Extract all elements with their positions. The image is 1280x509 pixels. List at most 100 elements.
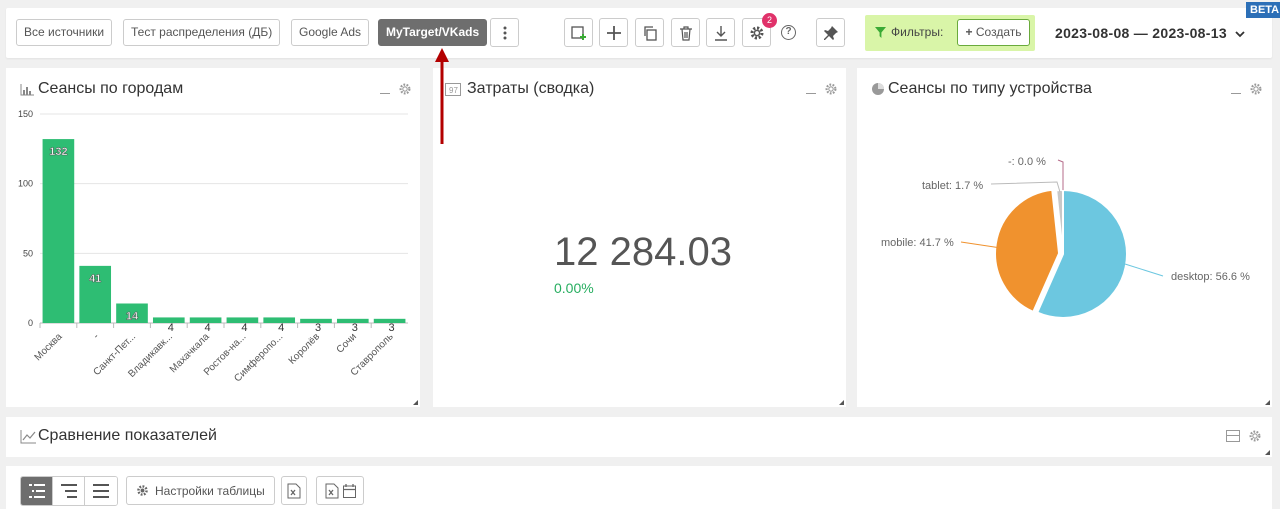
export-excel-button[interactable]	[281, 476, 307, 505]
settings-badge: 2	[762, 13, 777, 28]
y-tick-label: 50	[23, 248, 33, 258]
date-range-text: 2023-08-08 — 2023-08-13	[1055, 25, 1227, 41]
source-mytarget-vkads-button[interactable]: MyTarget/VKads	[378, 19, 488, 46]
costs-change: 0.00%	[554, 280, 594, 296]
minimize-icon[interactable]	[806, 85, 816, 94]
filters-area: Фильтры: + Создать	[865, 15, 1035, 51]
y-tick-label: 150	[18, 109, 33, 119]
city-sessions-title: Сеансы по городам	[38, 80, 184, 97]
x-tick-label: Москва	[33, 331, 65, 363]
excel-icon	[287, 483, 301, 498]
settings-button[interactable]: 2	[742, 13, 777, 47]
source-google-ads-button[interactable]: Google Ads	[291, 19, 370, 46]
annotation-arrow	[435, 48, 449, 144]
expand-icon[interactable]	[1226, 430, 1240, 442]
bar-chart-icon	[20, 84, 34, 96]
bar-value-label: 3	[389, 322, 395, 334]
source-all-button[interactable]: Все источники	[16, 19, 113, 46]
comparison-panel: Сравнение показателей	[6, 417, 1272, 457]
minimize-icon[interactable]	[380, 85, 390, 94]
bar-value-label: 14	[126, 310, 139, 322]
more-vertical-icon	[503, 26, 506, 39]
resize-handle[interactable]	[413, 400, 418, 405]
panel-controls	[380, 82, 412, 96]
pie-label: tablet: 1.7 %	[922, 180, 983, 192]
create-filter-button[interactable]: + Создать	[957, 19, 1030, 46]
add-widget-icon	[570, 25, 586, 40]
table-toolbar: Настройки таблицы	[6, 466, 1272, 509]
gear-icon[interactable]	[398, 82, 412, 96]
scheduled-export-button[interactable]	[316, 476, 364, 505]
bar-value-label: 132	[49, 146, 67, 158]
city-sessions-panel: Сеансы по городам 0 50 100 150 132 Москва 41 - 1…	[6, 68, 420, 407]
gear-icon	[137, 485, 148, 496]
gear-icon	[750, 26, 763, 39]
gear-icon[interactable]	[824, 82, 838, 96]
comparison-title: Сравнение показателей	[38, 427, 217, 444]
help-icon[interactable]: ?	[781, 25, 796, 40]
bar[interactable]	[42, 139, 75, 323]
city-sessions-chart: 050100150132Москва41-14Санкт-Пет...4Влад…	[18, 109, 408, 384]
add-widget-button[interactable]	[564, 18, 593, 47]
y-tick-label: 0	[28, 318, 33, 328]
indent-list-icon	[60, 484, 77, 498]
calendar-icon	[342, 483, 356, 498]
download-button[interactable]	[706, 18, 735, 47]
create-filter-label: Создать	[975, 25, 1022, 39]
top-toolbar: Все источники Тест распределения (ДБ) Go…	[6, 8, 1272, 58]
device-sessions-panel: Сеансы по типу устройства desktop: 56.6 …	[857, 68, 1272, 407]
bar-value-label: 4	[241, 322, 247, 334]
x-tick-label: Сочи	[335, 331, 359, 355]
device-sessions-chart: desktop: 56.6 % mobile: 41.7 % tablet: 1.7…	[881, 156, 1250, 319]
excel-icon	[325, 483, 338, 498]
filter-icon	[875, 26, 886, 38]
copy-icon	[643, 25, 657, 41]
delete-button[interactable]	[671, 18, 700, 47]
bar-value-label: 4	[205, 322, 211, 334]
panel-controls	[806, 82, 838, 96]
table-settings-button[interactable]: Настройки таблицы	[126, 476, 275, 505]
pie-label: mobile: 41.7 %	[881, 237, 954, 249]
view-tree-button[interactable]	[21, 477, 53, 505]
filters-label-text: Фильтры:	[891, 25, 944, 39]
more-menu-button[interactable]	[490, 18, 519, 47]
bar-value-label: 41	[89, 273, 101, 285]
resize-handle[interactable]	[839, 400, 844, 405]
resize-handle[interactable]	[1265, 450, 1270, 455]
plus-icon	[606, 25, 621, 40]
pin-icon	[823, 25, 838, 40]
beta-badge: BETA	[1246, 2, 1280, 18]
x-tick-label: Королёв	[287, 331, 322, 366]
costs-title: Затраты (сводка)	[467, 80, 595, 97]
resize-handle[interactable]	[1265, 400, 1270, 405]
pie-label: desktop: 56.6 %	[1171, 271, 1250, 283]
line-chart-icon	[20, 430, 36, 444]
bar-value-label: 3	[315, 322, 321, 334]
view-flat-button[interactable]	[85, 477, 117, 505]
pie-label: -: 0.0 %	[1008, 156, 1046, 168]
download-icon	[714, 25, 727, 41]
pie-label-leader	[1124, 263, 1164, 277]
view-mode-group	[20, 476, 118, 506]
add-button[interactable]	[599, 18, 628, 47]
chevron-down-icon	[1235, 31, 1245, 38]
costs-panel: 97 Затраты (сводка) 12 284.03 0.00%	[433, 68, 846, 407]
table-settings-label: Настройки таблицы	[155, 483, 265, 498]
copy-button[interactable]	[635, 18, 664, 47]
gear-icon[interactable]	[1248, 429, 1262, 443]
plus-icon: +	[965, 25, 973, 39]
flat-list-icon	[93, 484, 109, 498]
pie-label-leader	[1057, 159, 1064, 190]
trash-icon	[679, 25, 692, 41]
date-range-picker[interactable]: 2023-08-08 — 2023-08-13	[1055, 25, 1245, 41]
view-indented-button[interactable]	[53, 477, 85, 505]
tree-list-icon	[28, 484, 45, 498]
pin-button[interactable]	[816, 18, 845, 47]
filters-label[interactable]: Фильтры:	[875, 25, 943, 39]
costs-value: 12 284.03	[554, 230, 732, 274]
bar-value-label: 4	[278, 322, 284, 334]
source-test-distribution-button[interactable]: Тест распределения (ДБ)	[123, 19, 281, 46]
bar-value-label: 4	[168, 322, 174, 334]
y-tick-label: 100	[18, 179, 33, 189]
bar-value-label: 3	[352, 322, 358, 334]
